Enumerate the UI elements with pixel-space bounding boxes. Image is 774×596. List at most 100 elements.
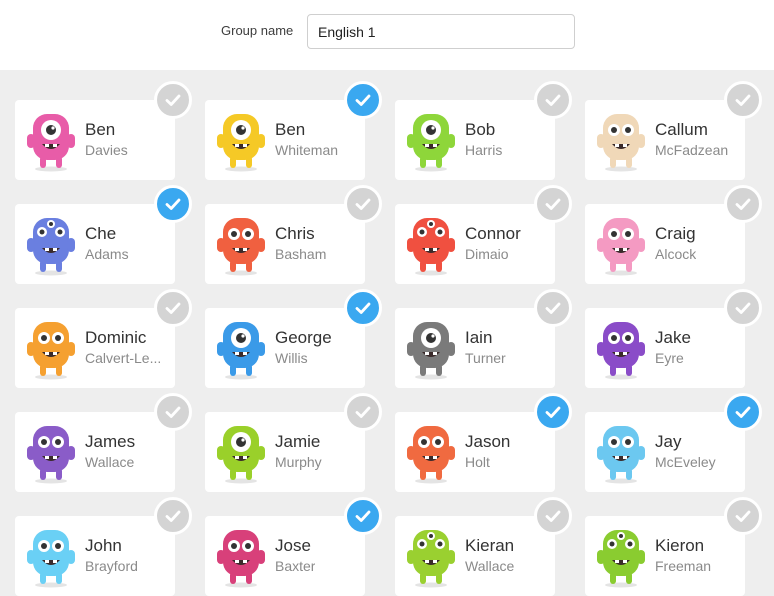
student-first-name: James (85, 432, 136, 451)
student-card[interactable]: Iain Turner (395, 308, 555, 388)
student-first-name: Bob (465, 120, 496, 139)
student-last-name: Holt (465, 454, 490, 470)
monster-avatar-icon (23, 108, 79, 172)
unselected-checkmark-icon[interactable] (154, 81, 192, 119)
monster-avatar-icon (403, 316, 459, 380)
student-card[interactable]: Kieron Freeman (585, 516, 745, 596)
student-last-name: Dimaio (465, 246, 509, 262)
student-first-name: Kieron (655, 536, 705, 555)
student-last-name: Whiteman (275, 142, 339, 158)
student-first-name: John (85, 536, 122, 555)
student-first-name: Chris (275, 224, 315, 243)
unselected-checkmark-icon[interactable] (534, 497, 572, 535)
unselected-checkmark-icon[interactable] (534, 289, 572, 327)
student-first-name: Jay (655, 432, 682, 451)
student-card[interactable]: Dominic Calvert-Le... (15, 308, 175, 388)
header-bar: Group name (0, 0, 774, 70)
student-first-name: Jose (275, 536, 311, 555)
student-grid: Ben Davies Ben Whiteman Bob Harris Callum McFad… (0, 70, 774, 596)
monster-avatar-icon (403, 108, 459, 172)
unselected-checkmark-icon[interactable] (724, 185, 762, 223)
monster-avatar-icon (403, 212, 459, 276)
student-card[interactable]: Connor Dimaio (395, 204, 555, 284)
unselected-checkmark-icon[interactable] (724, 497, 762, 535)
monster-avatar-icon (23, 420, 79, 484)
group-name-input[interactable] (307, 14, 575, 49)
student-last-name: Brayford (85, 558, 138, 574)
monster-avatar-icon (403, 420, 459, 484)
unselected-checkmark-icon[interactable] (724, 81, 762, 119)
student-card[interactable]: Che Adams (15, 204, 175, 284)
unselected-checkmark-icon[interactable] (154, 289, 192, 327)
student-last-name: McFadzean (655, 142, 729, 158)
student-last-name: Davies (85, 142, 128, 158)
student-card[interactable]: Craig Alcock (585, 204, 745, 284)
student-last-name: Eyre (655, 350, 684, 366)
student-last-name: Wallace (85, 454, 135, 470)
student-last-name: Baxter (275, 558, 316, 574)
student-card[interactable]: John Brayford (15, 516, 175, 596)
selected-checkmark-icon[interactable] (154, 185, 192, 223)
student-first-name: Craig (655, 224, 696, 243)
student-first-name: Ben (275, 120, 306, 139)
monster-avatar-icon (213, 108, 269, 172)
monster-avatar-icon (403, 524, 459, 588)
student-first-name: George (275, 328, 332, 347)
student-card[interactable]: George Willis (205, 308, 365, 388)
unselected-checkmark-icon[interactable] (534, 185, 572, 223)
student-first-name: Jason (465, 432, 511, 451)
monster-avatar-icon (593, 524, 649, 588)
student-first-name: Kieran (465, 536, 515, 555)
student-last-name: McEveley (655, 454, 716, 470)
student-first-name: Callum (655, 120, 708, 139)
selected-checkmark-icon[interactable] (534, 393, 572, 431)
student-first-name: Dominic (85, 328, 147, 347)
monster-avatar-icon (593, 108, 649, 172)
student-card[interactable]: Jose Baxter (205, 516, 365, 596)
student-last-name: Freeman (655, 558, 712, 574)
student-card[interactable]: Ben Whiteman (205, 100, 365, 180)
student-card[interactable]: Jamie Murphy (205, 412, 365, 492)
student-card[interactable]: Jason Holt (395, 412, 555, 492)
unselected-checkmark-icon[interactable] (154, 497, 192, 535)
monster-avatar-icon (593, 212, 649, 276)
selected-checkmark-icon[interactable] (344, 81, 382, 119)
student-last-name: Turner (465, 350, 506, 366)
monster-avatar-icon (213, 420, 269, 484)
student-card[interactable]: Jay McEveley (585, 412, 745, 492)
student-first-name: Jamie (275, 432, 321, 451)
monster-avatar-icon (213, 212, 269, 276)
student-first-name: Che (85, 224, 117, 243)
student-card[interactable]: Jake Eyre (585, 308, 745, 388)
student-card[interactable]: James Wallace (15, 412, 175, 492)
unselected-checkmark-icon[interactable] (344, 393, 382, 431)
student-first-name: Iain (465, 328, 493, 347)
student-first-name: Jake (655, 328, 691, 347)
student-last-name: Willis (275, 350, 308, 366)
student-last-name: Basham (275, 246, 327, 262)
student-last-name: Calvert-Le... (85, 350, 162, 366)
unselected-checkmark-icon[interactable] (344, 185, 382, 223)
student-last-name: Alcock (655, 246, 697, 262)
monster-avatar-icon (23, 212, 79, 276)
student-first-name: Connor (465, 224, 521, 243)
monster-avatar-icon (213, 524, 269, 588)
student-card[interactable]: Kieran Wallace (395, 516, 555, 596)
student-card[interactable]: Callum McFadzean (585, 100, 745, 180)
unselected-checkmark-icon[interactable] (534, 81, 572, 119)
selected-checkmark-icon[interactable] (344, 497, 382, 535)
monster-avatar-icon (593, 420, 649, 484)
selected-checkmark-icon[interactable] (724, 393, 762, 431)
student-last-name: Adams (85, 246, 129, 262)
student-card[interactable]: Chris Basham (205, 204, 365, 284)
unselected-checkmark-icon[interactable] (154, 393, 192, 431)
monster-avatar-icon (213, 316, 269, 380)
student-first-name: Ben (85, 120, 116, 139)
selected-checkmark-icon[interactable] (344, 289, 382, 327)
unselected-checkmark-icon[interactable] (724, 289, 762, 327)
group-name-label: Group name (221, 23, 294, 38)
student-card[interactable]: Bob Harris (395, 100, 555, 180)
student-card[interactable]: Ben Davies (15, 100, 175, 180)
student-last-name: Wallace (465, 558, 515, 574)
monster-avatar-icon (593, 316, 649, 380)
